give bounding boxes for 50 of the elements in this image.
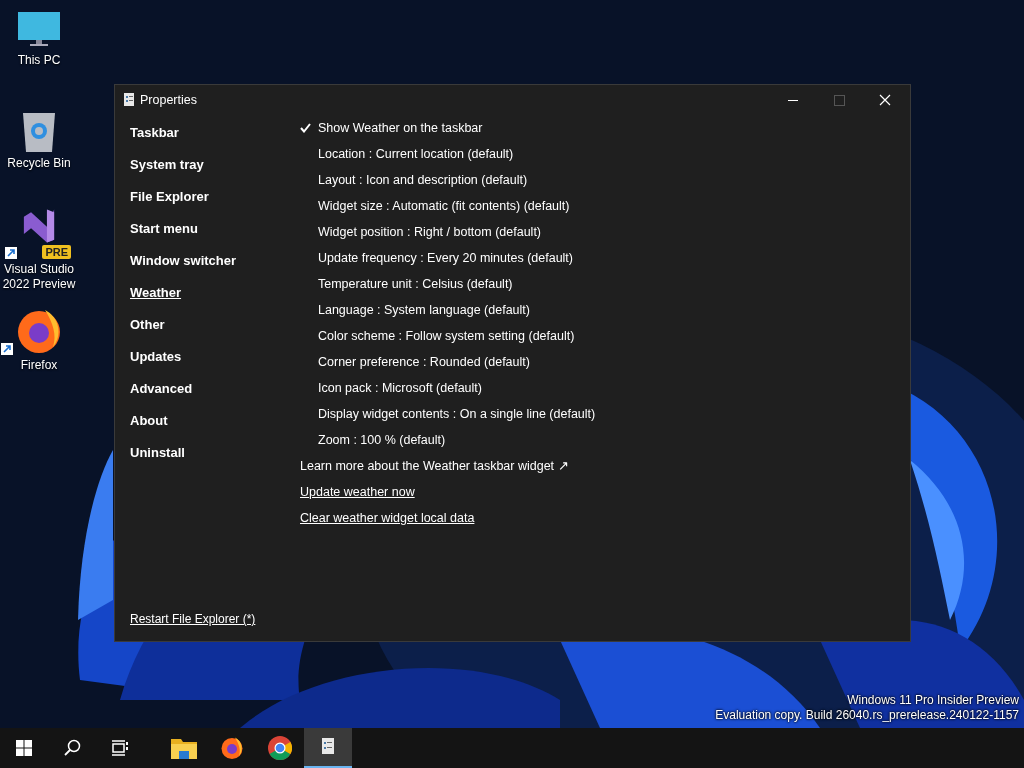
close-icon [879, 94, 891, 106]
desktop-icon-label[interactable]: This PC [17, 53, 61, 68]
desktop-icon-label[interactable]: Recycle Bin [7, 156, 71, 171]
setting-option[interactable]: Location : Current location (default) [300, 141, 596, 167]
shortcut-arrow-icon [1, 343, 13, 355]
setting-option[interactable]: Display widget contents : On a single line (default) [300, 401, 596, 427]
setting-option[interactable]: Update frequency : Every 20 minutes (default) [300, 245, 596, 271]
setting-option[interactable]: Zoom : 100 % (default) [300, 427, 596, 453]
nav-tab[interactable]: About [129, 405, 169, 437]
nav-tab[interactable]: Uninstall [129, 437, 186, 469]
setting-option[interactable]: Show Weather on the taskbar [300, 115, 596, 141]
app-icon [123, 93, 135, 107]
nav-tab[interactable]: File Explorer [129, 181, 210, 213]
desktop-icon-label[interactable]: Visual Studio 2022 Preview [0, 262, 78, 292]
nav-tab[interactable]: Weather [129, 277, 183, 309]
system-notice-text: Windows 11 Pro Insider Preview [846, 693, 1019, 708]
taskbar-button[interactable] [304, 728, 352, 768]
desktop-icon-label[interactable]: Firefox [20, 358, 58, 373]
link[interactable]: Clear weather widget local data [300, 505, 475, 531]
nav-tab[interactable]: Advanced [129, 373, 194, 405]
setting-option[interactable]: Icon pack : Microsoft (default) [300, 375, 596, 401]
browser-icon [268, 736, 292, 760]
window-title: Properties [140, 91, 197, 109]
setting-option[interactable]: Temperature unit : Celsius (default) [300, 271, 596, 297]
windows-logo-icon [16, 740, 32, 756]
setting-option[interactable]: Language : System language (default) [300, 297, 596, 323]
nav-tab[interactable]: System tray [129, 149, 205, 181]
setting-option[interactable]: Widget size : Automatic (fit contents) (default) [300, 193, 596, 219]
browser-logo-icon[interactable] [15, 307, 63, 355]
setting-option[interactable]: Layout : Icon and description (default) [300, 167, 596, 193]
maximize-icon [833, 94, 845, 106]
setting-option[interactable]: Widget position : Right / bottom (default) [300, 219, 596, 245]
app-icon [321, 738, 335, 756]
restart-explorer-link[interactable]: Restart File Explorer (*) [129, 610, 257, 628]
task-view-icon [111, 740, 129, 756]
setting-option[interactable]: Color scheme : Follow system setting (default) [300, 323, 596, 349]
folder-icon [171, 737, 197, 759]
nav-tab[interactable]: Window switcher [129, 245, 238, 277]
nav-tab[interactable]: Other [129, 309, 166, 341]
nav-tab[interactable]: Updates [129, 341, 183, 373]
link[interactable]: Update weather now [300, 479, 415, 505]
shortcut-arrow-icon [5, 247, 17, 259]
link[interactable]: Learn more about the Weather taskbar widget ↗ [300, 453, 569, 479]
nav-tab[interactable]: Start menu [129, 213, 199, 245]
nav-tab[interactable]: Taskbar [129, 117, 180, 149]
pre-tag: PRE [42, 245, 71, 259]
minimize-icon [788, 99, 798, 101]
browser-icon [220, 736, 244, 760]
setting-option[interactable]: Corner preference : Rounded (default) [300, 349, 596, 375]
search-icon [63, 739, 81, 757]
